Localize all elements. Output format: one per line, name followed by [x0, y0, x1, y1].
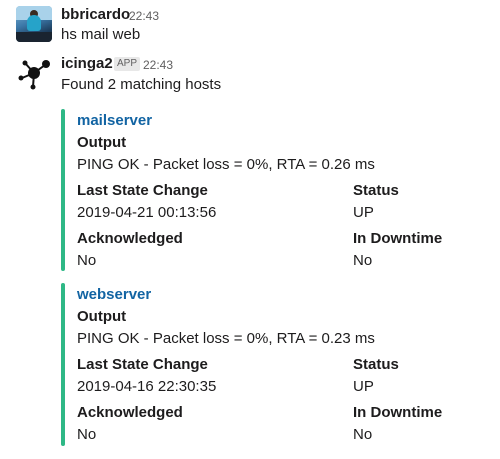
field-status-value: UP — [353, 378, 374, 395]
field-last-state-change-value: 2019-04-16 22:30:35 — [77, 378, 217, 395]
field-acknowledged-title: Acknowledged — [77, 230, 183, 247]
field-output-value: PING OK - Packet loss = 0%, RTA = 0.26 m… — [77, 156, 375, 173]
field-output-title: Output — [77, 308, 127, 325]
field-output-title: Output — [77, 134, 127, 151]
field-status-value: UP — [353, 204, 374, 221]
host-attachment: webserver Output PING OK - Packet loss =… — [61, 283, 491, 446]
message-text: hs mail web — [61, 26, 141, 43]
attachment-title-link[interactable]: mailserver — [77, 112, 152, 130]
message-text: Found 2 matching hosts — [61, 76, 222, 93]
field-last-state-change-value: 2019-04-21 00:13:56 — [77, 204, 217, 221]
app-badge: APP — [114, 57, 141, 71]
icinga-logo-icon[interactable] — [16, 54, 52, 90]
message-timestamp[interactable]: 22:43 — [143, 56, 173, 74]
field-in-downtime-value: No — [353, 252, 373, 269]
field-in-downtime-title: In Downtime — [353, 404, 443, 421]
author-name[interactable]: bbricardo — [61, 6, 130, 24]
field-status-title: Status — [353, 182, 399, 199]
author-name[interactable]: icinga2 — [61, 55, 113, 73]
field-output-value: PING OK - Packet loss = 0%, RTA = 0.23 m… — [77, 330, 375, 347]
field-acknowledged-value: No — [77, 252, 97, 269]
attachment-color-bar — [61, 283, 65, 446]
field-last-state-change-title: Last State Change — [77, 182, 208, 199]
message-icinga2: icinga2 APP 22:43 Found 2 matching hosts… — [0, 48, 500, 459]
field-in-downtime-title: In Downtime — [353, 230, 443, 247]
field-acknowledged-value: No — [77, 426, 97, 443]
field-status-title: Status — [353, 356, 399, 373]
attachment-color-bar — [61, 109, 65, 271]
field-last-state-change-title: Last State Change — [77, 356, 208, 373]
host-attachment: mailserver Output PING OK - Packet loss … — [61, 109, 491, 271]
field-acknowledged-title: Acknowledged — [77, 404, 183, 421]
user-avatar[interactable] — [16, 6, 52, 42]
message-timestamp[interactable]: 22:43 — [129, 7, 159, 25]
field-in-downtime-value: No — [353, 426, 373, 443]
message-bbricardo: bbricardo 22:43 hs mail web — [0, 0, 500, 48]
attachment-title-link[interactable]: webserver — [77, 286, 151, 304]
